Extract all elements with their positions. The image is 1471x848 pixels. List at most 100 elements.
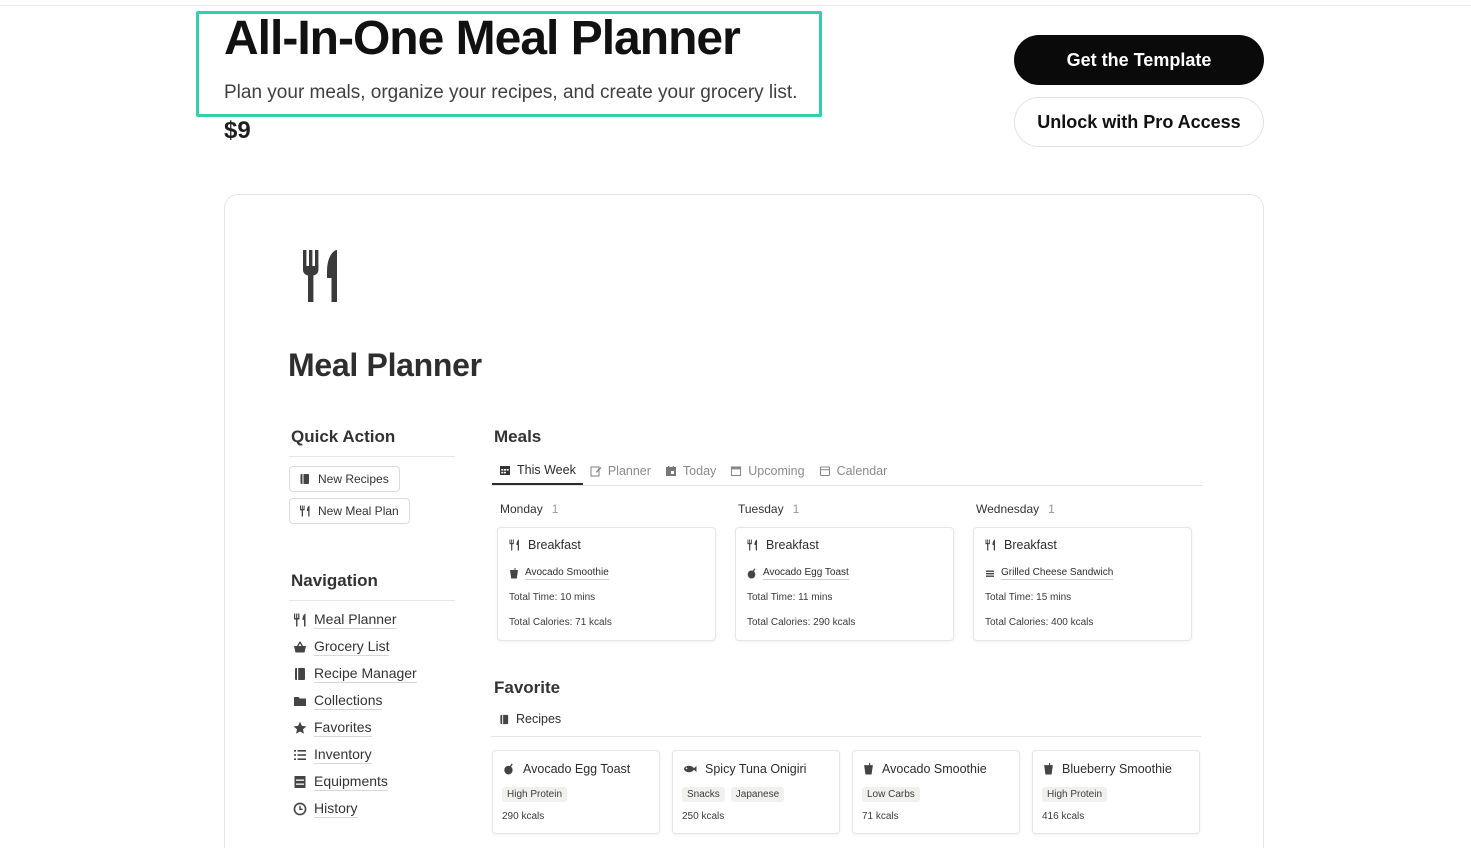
nav-label: Meal Planner xyxy=(314,611,397,629)
product-title: All-In-One Meal Planner xyxy=(224,12,741,65)
favorite-tags: Low Carbs xyxy=(862,787,920,802)
tag: Snacks xyxy=(682,787,725,802)
tab-planner[interactable]: Planner xyxy=(583,457,658,485)
tab-label: This Week xyxy=(517,463,576,477)
meal-total-calories: Total Calories: 290 kcals xyxy=(747,617,856,628)
avocado-icon xyxy=(747,568,756,579)
favorite-heading: Favorite xyxy=(494,678,561,697)
fork-knife-icon xyxy=(985,539,995,551)
nav-item-history[interactable]: History xyxy=(293,800,358,818)
calendar-grid-icon xyxy=(500,466,510,475)
meal-total-time: Total Time: 10 mins xyxy=(509,592,596,603)
meal-card-wednesday[interactable]: Breakfast Grilled Cheese Sandwich Total … xyxy=(973,527,1192,641)
tab-calendar[interactable]: Calendar xyxy=(812,457,895,485)
favorite-title-text: Spicy Tuna Onigiri xyxy=(705,762,807,776)
favorite-title-text: Avocado Smoothie xyxy=(882,762,987,776)
meal-card-title: Breakfast xyxy=(509,538,581,552)
cup-icon xyxy=(864,763,873,775)
meal-card-tuesday[interactable]: Breakfast Avocado Egg Toast Total Time: … xyxy=(735,527,954,641)
tab-label: Planner xyxy=(607,464,651,478)
meals-view-tabs: This Week Planner Today Upcoming Calenda… xyxy=(492,457,894,485)
favorite-view-recipes[interactable]: Recipes xyxy=(499,712,561,726)
basket-icon xyxy=(294,641,306,653)
favorite-kcal: 416 kcals xyxy=(1042,811,1085,822)
meal-recipe-link[interactable]: Grilled Cheese Sandwich xyxy=(985,567,1114,580)
favorite-card-title: Avocado Smoothie xyxy=(863,762,987,776)
nav-item-grocery-list[interactable]: Grocery List xyxy=(293,638,390,656)
meal-recipe-link[interactable]: Avocado Smoothie xyxy=(509,567,609,580)
meal-title-text: Breakfast xyxy=(1004,538,1057,552)
favorite-card-title: Spicy Tuna Onigiri xyxy=(683,762,806,776)
nav-item-equipments[interactable]: Equipments xyxy=(293,773,388,791)
new-recipes-label: New Recipes xyxy=(318,472,389,486)
tab-this-week[interactable]: This Week xyxy=(492,457,583,485)
nav-item-favorites[interactable]: Favorites xyxy=(293,719,372,737)
day-count: 1 xyxy=(1048,502,1055,516)
favorite-tags: High Protein xyxy=(502,787,568,802)
tag: Low Carbs xyxy=(862,787,920,802)
nav-item-meal-planner[interactable]: Meal Planner xyxy=(293,611,397,629)
nav-item-collections[interactable]: Collections xyxy=(293,692,383,710)
navigation-heading: Navigation xyxy=(291,571,378,590)
day-name: Monday xyxy=(500,502,543,516)
calendar-day-icon xyxy=(665,466,676,476)
meal-total-calories: Total Calories: 71 kcals xyxy=(509,617,612,628)
get-template-button[interactable]: Get the Template xyxy=(1014,35,1264,85)
meal-card-monday[interactable]: Breakfast Avocado Smoothie Total Time: 1… xyxy=(497,527,716,641)
nav-label: Grocery List xyxy=(314,638,390,656)
new-recipes-button[interactable]: New Recipes xyxy=(289,466,400,492)
day-count: 1 xyxy=(792,502,800,516)
tab-label: Today xyxy=(682,464,717,478)
top-divider xyxy=(0,5,1471,6)
tab-upcoming[interactable]: Upcoming xyxy=(723,457,811,485)
template-preview: Meal Planner Quick Action New Recipes Ne… xyxy=(224,194,1264,848)
day-count: 1 xyxy=(551,502,559,516)
favorite-tags: Snacks Japanese xyxy=(682,787,785,802)
meal-recipe-link[interactable]: Avocado Egg Toast xyxy=(747,567,849,580)
favorite-kcal: 71 kcals xyxy=(862,811,899,822)
meal-card-title: Breakfast xyxy=(985,538,1057,552)
cup-icon xyxy=(510,568,518,579)
tabs-divider xyxy=(491,485,1203,486)
favorite-kcal: 290 kcals xyxy=(502,811,545,822)
fish-icon xyxy=(684,765,697,773)
book-icon xyxy=(300,474,309,484)
folder-icon xyxy=(294,697,306,706)
meal-total-calories: Total Calories: 400 kcals xyxy=(985,617,1094,628)
day-header-tuesday: Tuesday 1 xyxy=(738,502,799,516)
new-meal-plan-label: New Meal Plan xyxy=(318,504,399,518)
product-subtitle: Plan your meals, organize your recipes, … xyxy=(224,82,798,103)
day-name: Wednesday xyxy=(976,502,1040,516)
meal-recipe-text: Avocado Smoothie xyxy=(525,567,609,580)
clock-icon xyxy=(293,802,307,816)
tag: High Protein xyxy=(502,787,568,802)
tab-today[interactable]: Today xyxy=(658,457,723,485)
quick-action-divider xyxy=(289,456,455,457)
book-icon xyxy=(295,668,305,680)
nav-label: Collections xyxy=(314,692,383,710)
list-icon xyxy=(294,750,306,760)
nav-item-recipe-manager[interactable]: Recipe Manager xyxy=(293,665,417,683)
favorite-card-spicy-tuna-onigiri[interactable]: Spicy Tuna Onigiri Snacks Japanese 250 k… xyxy=(672,750,840,834)
new-meal-plan-button[interactable]: New Meal Plan xyxy=(289,498,410,524)
star-icon xyxy=(293,721,307,734)
favorite-card-blueberry-smoothie[interactable]: Blueberry Smoothie High Protein 416 kcal… xyxy=(1032,750,1200,834)
unlock-pro-button[interactable]: Unlock with Pro Access xyxy=(1014,97,1264,147)
fork-knife-icon xyxy=(747,539,757,551)
favorite-kcal: 250 kcals xyxy=(682,811,725,822)
cup-icon xyxy=(1044,763,1053,775)
meal-card-title: Breakfast xyxy=(747,538,819,552)
tag: Japanese xyxy=(730,787,785,802)
favorite-card-avocado-smoothie[interactable]: Avocado Smoothie Low Carbs 71 kcals xyxy=(852,750,1020,834)
favorite-card-avocado-egg-toast[interactable]: Avocado Egg Toast High Protein 290 kcals xyxy=(492,750,660,834)
avocado-icon xyxy=(504,763,513,775)
calendar-icon xyxy=(731,466,742,477)
day-name: Tuesday xyxy=(738,502,784,516)
nav-label: History xyxy=(314,800,358,818)
nav-label: Recipe Manager xyxy=(314,665,417,683)
sandwich-icon xyxy=(986,570,994,577)
product-price: $9 xyxy=(224,117,251,144)
favorite-divider xyxy=(491,736,1201,737)
nav-item-inventory[interactable]: Inventory xyxy=(293,746,372,764)
tab-label: Upcoming xyxy=(748,464,805,478)
